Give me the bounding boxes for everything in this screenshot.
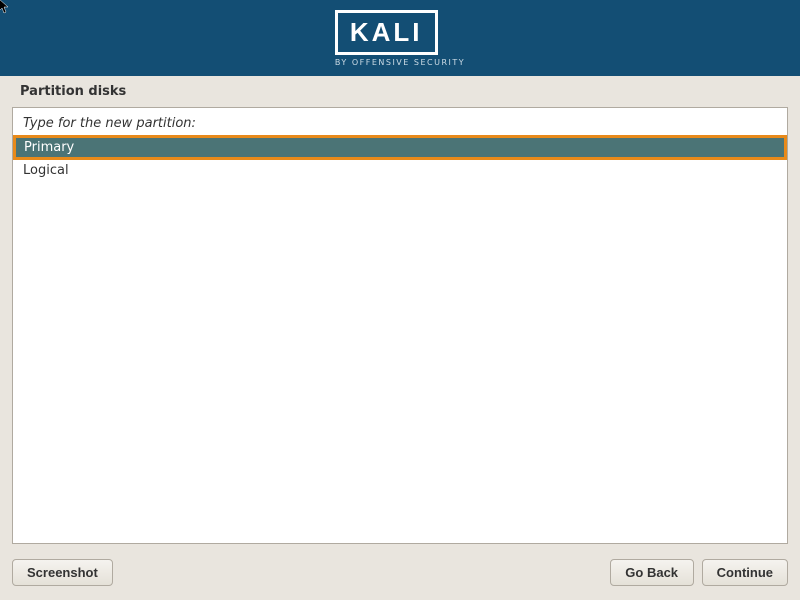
go-back-button[interactable]: Go Back <box>610 559 694 586</box>
list-item-label: Primary <box>24 140 74 155</box>
continue-button[interactable]: Continue <box>702 559 788 586</box>
logo-text: KALI <box>350 17 423 48</box>
content-frame: Type for the new partition: Primary Logi… <box>12 107 788 544</box>
list-item-label: Logical <box>23 163 69 178</box>
prompt-text: Type for the new partition: <box>13 108 787 135</box>
partition-type-list: Primary Logical <box>13 135 787 538</box>
list-item-primary[interactable]: Primary <box>13 135 787 160</box>
kali-logo: KALI BY OFFENSIVE SECURITY <box>335 10 465 67</box>
logo-subtitle: BY OFFENSIVE SECURITY <box>335 58 465 67</box>
installer-header: KALI BY OFFENSIVE SECURITY <box>0 0 800 76</box>
footer-bar: Screenshot Go Back Continue <box>0 549 800 600</box>
screenshot-button[interactable]: Screenshot <box>12 559 113 586</box>
page-title: Partition disks <box>0 76 800 107</box>
list-item-logical[interactable]: Logical <box>13 160 787 181</box>
